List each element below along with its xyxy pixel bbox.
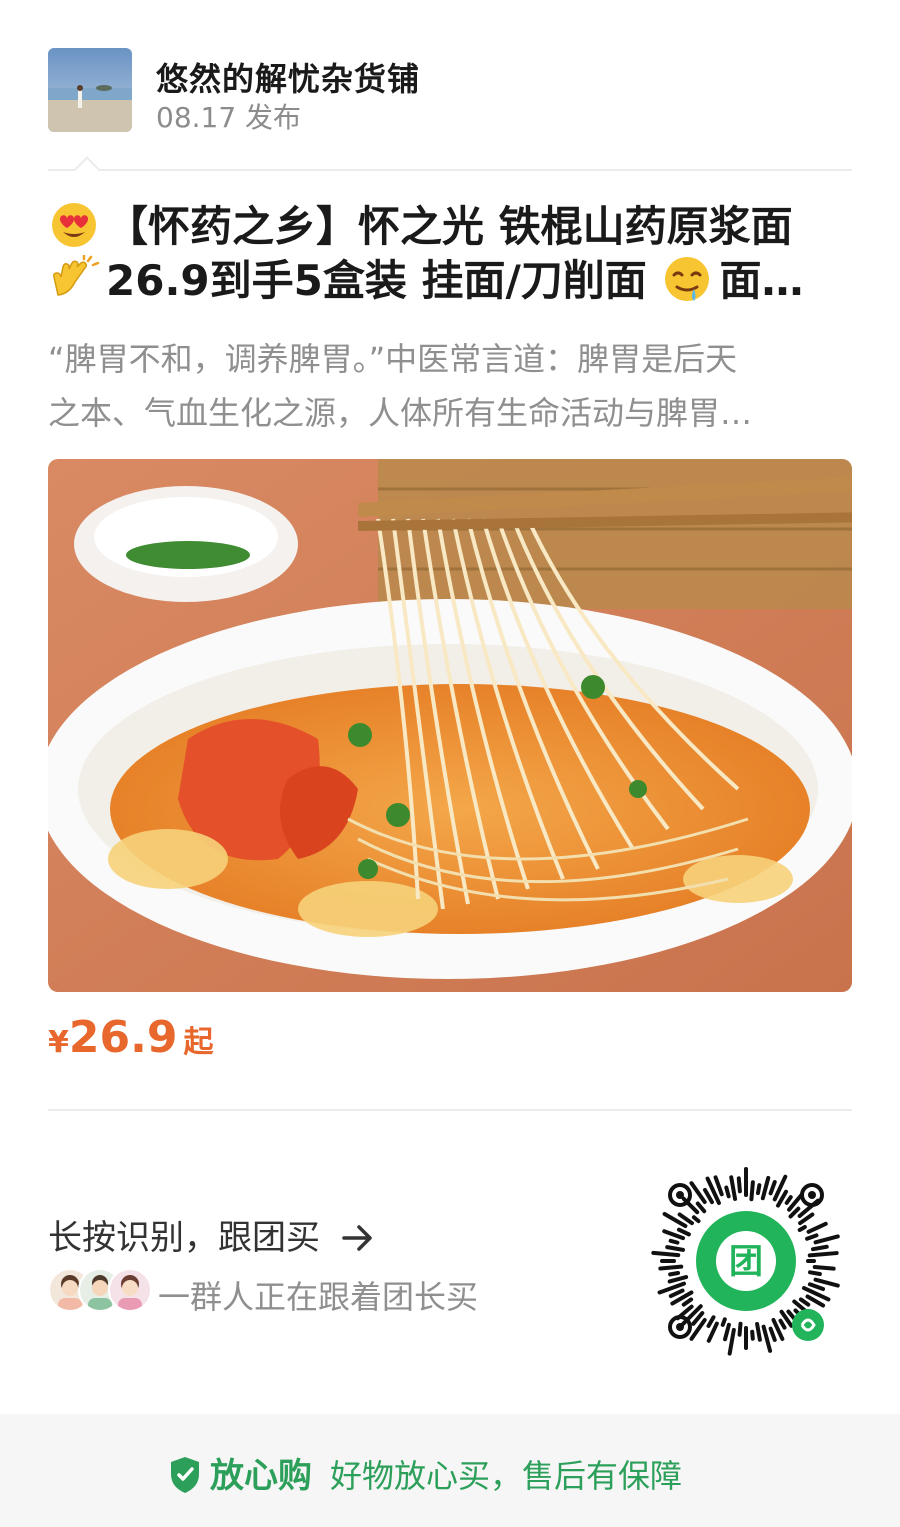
- qr-ray: [667, 1275, 689, 1284]
- shield-check-icon: [171, 1457, 199, 1493]
- qr-ray: [805, 1233, 819, 1241]
- qr-ray: [668, 1238, 680, 1245]
- qr-ray: [810, 1244, 829, 1252]
- product-description[interactable]: “脾胃不和，调养脾胃。”中医常言道：脾胃是后天 之本、气血生化之源，人体所有生命…: [48, 332, 852, 440]
- qr-ray: [658, 1264, 684, 1271]
- qr-ray: [676, 1227, 691, 1237]
- product-title-line-1: 【怀药之乡】怀之光 铁棍山药原浆面: [48, 200, 852, 254]
- qr-ray: [797, 1225, 807, 1232]
- post-header: 悠然的解忧杂货铺 08.17 发布: [48, 48, 852, 134]
- qr-ray: [813, 1277, 840, 1288]
- product-price: ¥26.9 起: [48, 1012, 213, 1063]
- assurance-text: 好物放心买，售后有保障: [330, 1457, 683, 1495]
- qr-ray: [760, 1175, 771, 1201]
- price-symbol: ¥: [48, 1025, 69, 1060]
- qr-ray: [812, 1265, 836, 1271]
- qr-ray: [778, 1318, 787, 1330]
- qr-ray: [749, 1180, 755, 1202]
- qr-ray: [808, 1270, 822, 1277]
- arrow-right-icon: [342, 1225, 372, 1251]
- heart-eyes-emoji-icon: [52, 203, 96, 247]
- qr-ray: [651, 1250, 681, 1258]
- qr-ray: [727, 1327, 736, 1356]
- qr-ray: [750, 1329, 755, 1341]
- qr-ray: [713, 1175, 724, 1197]
- qr-ray: [689, 1181, 707, 1205]
- description-line-2: 之本、气血生化之源，人体所有生命活动与脾胃…: [48, 394, 753, 432]
- qr-ray: [737, 1321, 743, 1337]
- qr-center-logo: 团: [729, 1243, 763, 1281]
- qr-ray: [768, 1180, 777, 1196]
- buyer-avatar: [108, 1268, 152, 1312]
- group-buy-cta[interactable]: 长按识别，跟团买: [48, 1210, 375, 1259]
- qr-ray: [668, 1270, 681, 1277]
- qr-ray: [736, 1176, 742, 1194]
- qr-ray: [668, 1288, 685, 1299]
- assurance-banner[interactable]: 放心购 好物放心买，售后有保障: [168, 1448, 682, 1496]
- drooling-face-emoji-icon: [665, 257, 710, 301]
- description-line-1: “脾胃不和，调养脾胃。”中医常言道：脾胃是后天: [48, 340, 738, 378]
- qr-ray: [755, 1183, 762, 1196]
- qr-ray: [813, 1234, 840, 1245]
- qr-ray: [665, 1245, 685, 1252]
- product-image[interactable]: [48, 459, 852, 992]
- title-text-1: 【怀药之乡】怀之光 铁棍山药原浆面: [106, 202, 793, 251]
- header-divider: [48, 169, 852, 171]
- qr-ray: [681, 1297, 694, 1307]
- mini-program-code[interactable]: 团: [640, 1155, 852, 1367]
- shop-name[interactable]: 悠然的解忧杂货铺: [156, 54, 420, 100]
- qr-ray: [720, 1317, 727, 1327]
- header-divider-notch: [74, 156, 100, 182]
- assurance-brand: 放心购: [210, 1456, 312, 1496]
- qr-ray: [755, 1322, 762, 1342]
- buyers-social-text: 一群人正在跟着团长买: [158, 1278, 479, 1316]
- cta-label: 长按识别，跟团买: [48, 1218, 320, 1258]
- buyer-avatars: [48, 1268, 152, 1312]
- price-value: 26.9: [68, 1012, 178, 1063]
- post-date: 08.17 发布: [156, 101, 302, 134]
- shop-avatar[interactable]: [48, 48, 132, 132]
- qr-ray: [798, 1297, 811, 1307]
- qr-ray: [784, 1195, 793, 1205]
- qr-ray: [806, 1221, 828, 1234]
- qr-ray: [691, 1215, 701, 1224]
- qr-ray: [723, 1322, 731, 1342]
- title-text-2b: 面…: [719, 256, 804, 305]
- title-text-2a: 26.9到手5盒装 挂面/刀削面: [106, 256, 662, 305]
- qr-ray: [724, 1185, 731, 1199]
- qr-ray: [768, 1326, 777, 1342]
- qr-ray: [807, 1282, 826, 1292]
- qr-ray: [729, 1175, 738, 1201]
- qr-ray: [706, 1315, 716, 1328]
- price-suffix: 起: [183, 1025, 214, 1060]
- qr-ray: [695, 1201, 707, 1214]
- qr-ray: [807, 1251, 839, 1258]
- qr-ray: [788, 1206, 801, 1219]
- clapping-hands-emoji-icon: [53, 255, 100, 296]
- product-title[interactable]: 【怀药之乡】怀之光 铁棍山药原浆面 26.9到手5盒装 挂面/刀削面 面…: [48, 200, 852, 308]
- assurance-footer: 放心购 好物放心买，售后有保障: [0, 1414, 900, 1527]
- qr-ray: [703, 1187, 714, 1205]
- section-divider: [48, 1109, 852, 1111]
- product-title-line-2: 26.9到手5盒装 挂面/刀削面 面…: [48, 254, 852, 308]
